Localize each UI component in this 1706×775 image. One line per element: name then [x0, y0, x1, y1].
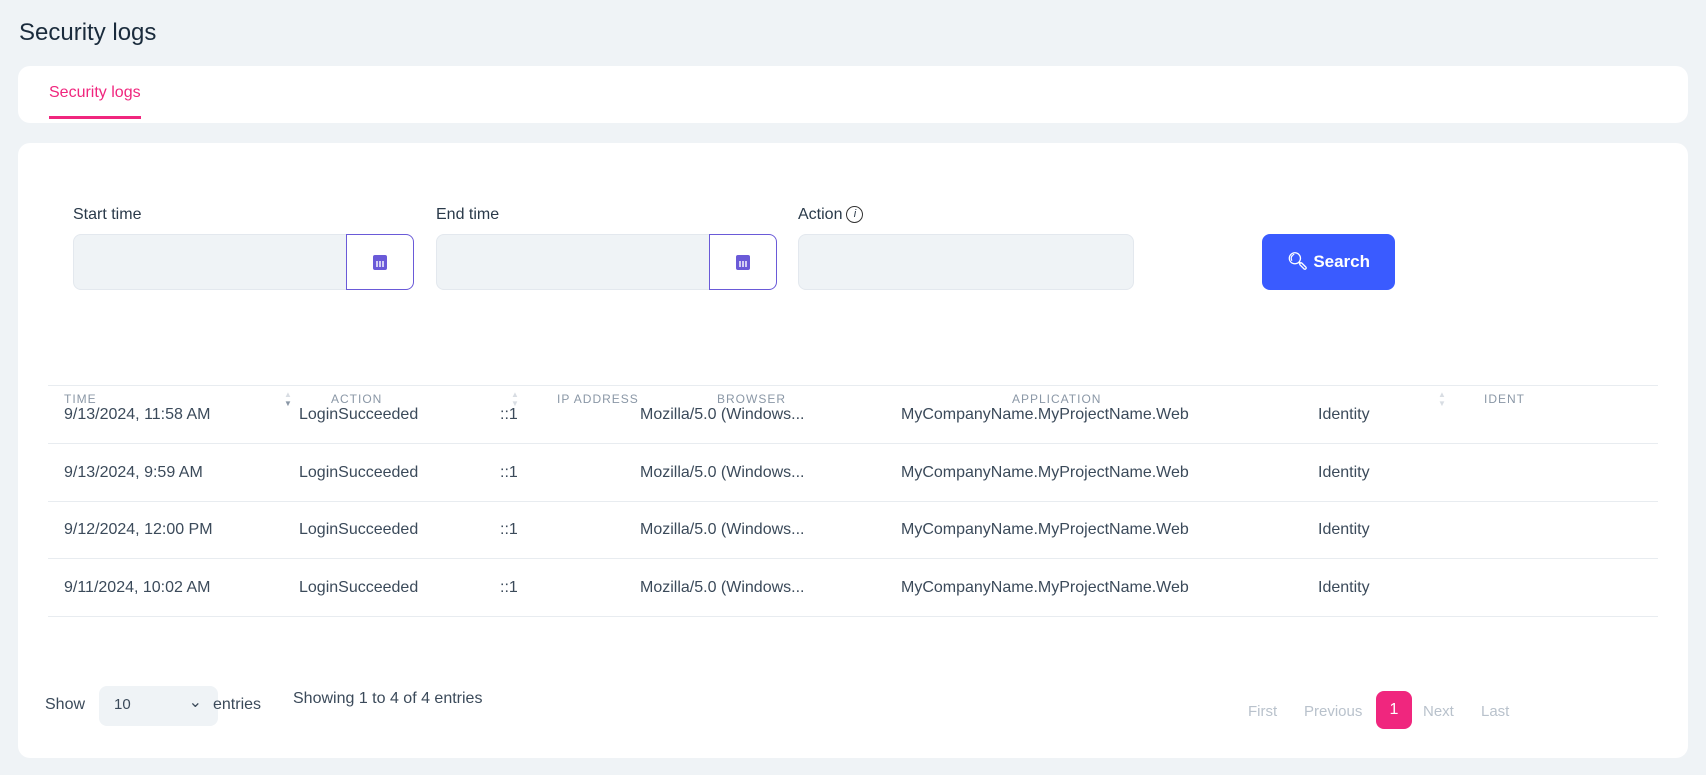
calendar-icon — [736, 254, 750, 270]
cell-browser: Mozilla/5.0 (Windows... — [640, 521, 805, 538]
cell-application: MyCompanyName.MyProjectName.Web — [901, 578, 1189, 596]
table-row[interactable]: 9/12/2024, 12:00 PM LoginSucceeded::1 Mozi… — [18, 501, 1688, 563]
chevron-down-icon: ⌄ — [188, 694, 202, 711]
divider — [48, 615, 1658, 617]
page-size-select[interactable]: 10 ⌄ — [99, 686, 218, 726]
show-label: Show — [45, 696, 86, 713]
cell-application: MyCompanyName.MyProjectName.Web — [901, 521, 1189, 538]
pagination-last[interactable]: Last — [1481, 703, 1509, 720]
cell-time: 9/13/2024, 9:59 AM — [64, 463, 203, 481]
cell-application: MyCompanyName.MyProjectName.Web — [901, 463, 1189, 481]
end-time-label: End time — [436, 206, 500, 223]
cell-time: 9/13/2024, 11:58 AM — [64, 406, 211, 423]
start-time-input[interactable] — [73, 234, 363, 290]
tab-security-logs[interactable]: Security logs — [49, 84, 141, 119]
cell-time: 9/12/2024, 12:00 PM — [64, 521, 213, 538]
table-row[interactable]: 9/13/2024, 11:58 AM LoginSucceeded::1 Mozi… — [18, 386, 1688, 448]
cell-action: LoginSucceeded — [299, 521, 419, 538]
cell-identity: Identity — [1318, 406, 1370, 423]
search-button[interactable]: 🔍︎ Search — [1262, 234, 1395, 290]
cell-application: MyCompanyName.MyProjectName.Web — [901, 406, 1189, 423]
cell-ip: ::1 — [500, 578, 518, 596]
entries-summary: Showing 1 to 4 of 4 entries — [293, 690, 483, 707]
pagination-first[interactable]: First — [1248, 703, 1277, 720]
end-calendar-button[interactable] — [709, 234, 777, 290]
start-calendar-button[interactable] — [346, 234, 414, 290]
cell-identity: Identity — [1318, 578, 1370, 596]
table-row[interactable]: 9/13/2024, 9:59 AM LoginSucceeded::1 Mozil… — [18, 444, 1688, 506]
cell-browser: Mozilla/5.0 (Windows... — [640, 578, 805, 596]
cell-identity: Identity — [1318, 521, 1370, 538]
pagination-page-1[interactable]: 1 — [1376, 691, 1412, 729]
cell-browser: Mozilla/5.0 (Windows... — [640, 406, 805, 423]
end-time-input[interactable] — [436, 234, 726, 290]
search-icon: 🔍︎ — [1286, 252, 1309, 271]
info-icon[interactable]: i — [846, 206, 864, 223]
cell-identity: Identity — [1318, 463, 1370, 481]
cell-ip: ::1 — [500, 521, 518, 538]
cell-ip: ::1 — [500, 463, 518, 481]
cell-browser: Mozilla/5.0 (Windows... — [640, 463, 805, 481]
start-time-label: Start time — [73, 206, 142, 223]
table-row[interactable]: 9/11/2024, 10:02 AM LoginSucceeded::1 Mozi… — [18, 559, 1688, 621]
pagination-previous[interactable]: Previous — [1304, 703, 1362, 720]
entries-label: entries — [213, 696, 262, 713]
page-size-value: 10 — [114, 696, 131, 713]
cell-action: LoginSucceeded — [299, 463, 419, 481]
pagination-next[interactable]: Next — [1423, 703, 1454, 720]
cell-action: LoginSucceeded — [299, 578, 419, 596]
cell-time: 9/11/2024, 10:02 AM — [64, 578, 211, 596]
calendar-icon — [373, 254, 387, 270]
cell-ip: ::1 — [500, 406, 518, 423]
action-label: Action — [798, 206, 843, 223]
tabs-card: Security logs — [18, 66, 1688, 123]
cell-action: LoginSucceeded — [299, 406, 419, 423]
search-label: Search — [1313, 252, 1371, 271]
page-title: Security logs — [19, 19, 157, 46]
main-card: Start time End time Action i 🔍︎ Search TI… — [18, 143, 1688, 758]
action-input[interactable] — [798, 234, 1134, 290]
